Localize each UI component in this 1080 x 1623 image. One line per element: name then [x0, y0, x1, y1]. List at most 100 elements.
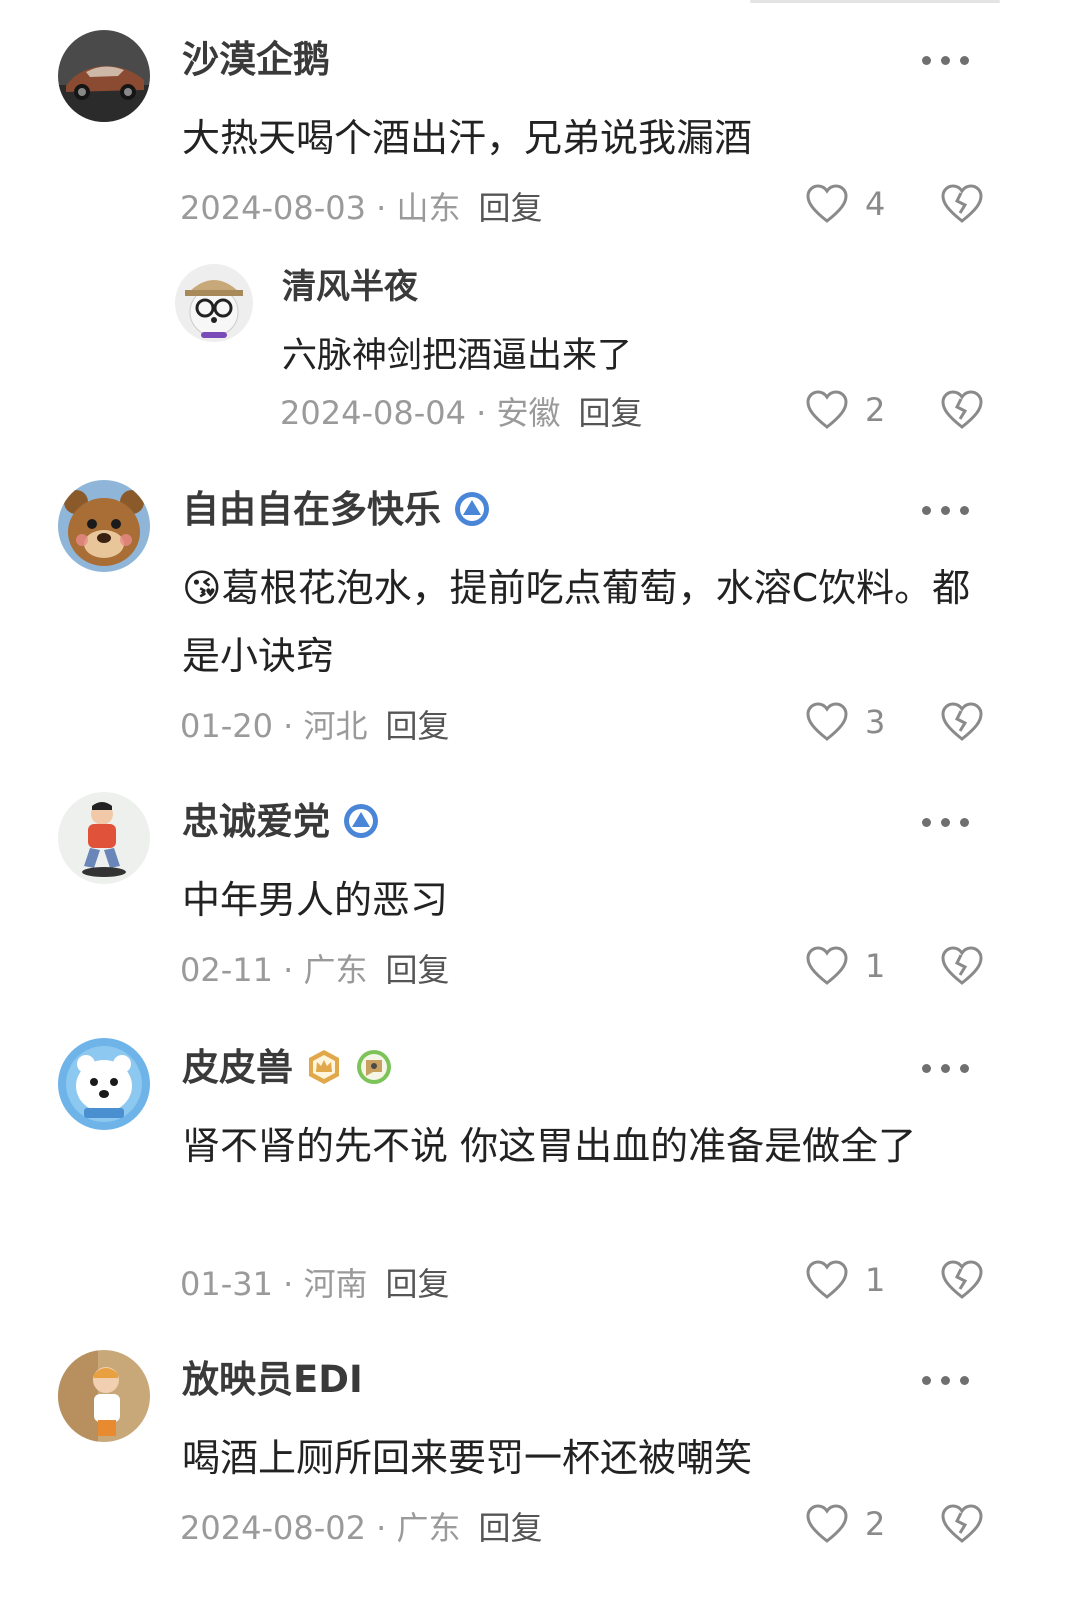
comment-text: 肾不肾的先不说 你这胃出血的准备是做全了 — [182, 1124, 917, 1168]
date-location: 2024-08-02 · 广东 — [180, 1509, 461, 1547]
username[interactable]: 忠诚爱党 — [182, 798, 380, 846]
date-location: 2024-08-03 · 山东 — [180, 189, 461, 227]
dislike-button[interactable] — [940, 1504, 984, 1548]
sitting-man-avatar-icon — [58, 792, 150, 884]
dot-icon — [922, 1376, 931, 1385]
broken-heart-icon — [941, 390, 983, 429]
reply-button[interactable]: 回复 — [479, 189, 543, 227]
dislike-button[interactable] — [940, 390, 984, 434]
username-text: 自由自在多快乐 — [182, 488, 441, 531]
heart-icon — [806, 946, 848, 985]
more-options-button[interactable] — [922, 812, 970, 832]
user-avatar[interactable] — [58, 792, 150, 884]
username[interactable]: 放映员EDI — [182, 1356, 363, 1404]
dislike-button[interactable] — [940, 184, 984, 228]
dot-icon — [941, 56, 950, 65]
green-fan-badge-icon — [357, 1049, 391, 1084]
dot-icon — [960, 56, 969, 65]
broken-heart-icon — [941, 1504, 983, 1543]
dot-icon — [941, 1064, 950, 1073]
like-count: 2 — [865, 1505, 886, 1543]
user-avatar[interactable] — [58, 1350, 150, 1442]
blue-level-badge-icon — [455, 491, 489, 526]
more-options-button[interactable] — [922, 1058, 970, 1078]
more-options-button[interactable] — [922, 500, 970, 520]
top-divider — [750, 0, 1000, 3]
more-options-button[interactable] — [922, 50, 970, 70]
dot-icon — [922, 506, 931, 515]
dot-icon — [960, 818, 969, 827]
reply-username[interactable]: 清风半夜 — [282, 263, 418, 311]
user-avatar[interactable] — [58, 1038, 150, 1130]
like-count: 1 — [865, 1261, 886, 1299]
date-location: 2024-08-04 · 安徽 — [280, 394, 561, 432]
reply-button[interactable]: 回复 — [386, 707, 450, 745]
gold-crown-badge-icon — [309, 1049, 339, 1084]
heart-icon — [806, 184, 848, 223]
like-count: 2 — [865, 391, 886, 429]
comment-text: 中年男人的恶习 — [182, 878, 449, 922]
reply-meta: 2024-08-04 · 安徽 回复 — [280, 393, 643, 433]
reply-text: 六脉神剑把酒逼出来了 — [282, 336, 633, 376]
heart-icon — [806, 1504, 848, 1543]
reply-button[interactable]: 回复 — [579, 394, 643, 432]
dot-icon — [941, 818, 950, 827]
comment-meta: 01-20 · 河北 回复 — [180, 706, 450, 746]
dot-icon — [941, 506, 950, 515]
reply-user-avatar[interactable] — [175, 264, 253, 342]
like-button[interactable]: 1 — [805, 946, 885, 986]
sports-car-avatar-icon — [58, 30, 150, 122]
heart-icon — [806, 702, 848, 741]
more-options-button[interactable] — [922, 1370, 970, 1390]
comment-meta: 01-31 · 河南 回复 — [180, 1264, 450, 1304]
dot-icon — [941, 1376, 950, 1385]
username-text: 忠诚爱党 — [182, 800, 330, 843]
dot-icon — [922, 56, 931, 65]
broken-heart-icon — [941, 1260, 983, 1299]
like-count: 4 — [865, 185, 886, 223]
dot-icon — [960, 506, 969, 515]
heart-icon — [806, 1260, 848, 1299]
username[interactable]: 沙漠企鹅 — [182, 36, 330, 84]
blue-level-badge-icon — [344, 803, 378, 838]
username-text: 皮皮兽 — [182, 1046, 293, 1089]
username[interactable]: 皮皮兽 — [182, 1044, 393, 1092]
dislike-button[interactable] — [940, 946, 984, 990]
comment-meta: 2024-08-02 · 广东 回复 — [180, 1508, 543, 1548]
date-location: 01-20 · 河北 — [180, 707, 368, 745]
like-count: 1 — [865, 947, 886, 985]
like-button[interactable]: 2 — [805, 1504, 885, 1544]
comment-text: 😘葛根花泡水，提前吃点葡萄，水溶C饮料。都是小诀窍 — [182, 566, 971, 678]
like-button[interactable]: 4 — [805, 184, 885, 224]
polar-bear-avatar-icon — [58, 1038, 150, 1130]
date-location: 02-11 · 广东 — [180, 951, 368, 989]
username[interactable]: 自由自在多快乐 — [182, 486, 491, 534]
comment-meta: 02-11 · 广东 回复 — [180, 950, 450, 990]
child-photo-avatar-icon — [58, 1350, 150, 1442]
reply-button[interactable]: 回复 — [386, 951, 450, 989]
heart-icon — [806, 390, 848, 429]
cartoon-bear-avatar-icon — [58, 480, 150, 572]
comment-meta: 2024-08-03 · 山东 回复 — [180, 188, 543, 228]
like-button[interactable]: 1 — [805, 1260, 885, 1300]
user-avatar[interactable] — [58, 30, 150, 122]
reply-button[interactable]: 回复 — [386, 1265, 450, 1303]
dot-icon — [960, 1376, 969, 1385]
like-button[interactable]: 2 — [805, 390, 885, 430]
broken-heart-icon — [941, 946, 983, 985]
dot-icon — [922, 818, 931, 827]
like-count: 3 — [865, 703, 886, 741]
date-location: 01-31 · 河南 — [180, 1265, 368, 1303]
like-button[interactable]: 3 — [805, 702, 885, 742]
user-avatar[interactable] — [58, 480, 150, 572]
comment-text: 喝酒上厕所回来要罚一杯还被嘲笑 — [182, 1436, 753, 1480]
broken-heart-icon — [941, 702, 983, 741]
dog-with-glasses-avatar-icon — [175, 264, 253, 342]
reply-button[interactable]: 回复 — [479, 1509, 543, 1547]
dislike-button[interactable] — [940, 1260, 984, 1304]
dislike-button[interactable] — [940, 702, 984, 746]
comment-text: 大热天喝个酒出汗，兄弟说我漏酒 — [182, 116, 753, 160]
dot-icon — [960, 1064, 969, 1073]
broken-heart-icon — [941, 184, 983, 223]
dot-icon — [922, 1064, 931, 1073]
